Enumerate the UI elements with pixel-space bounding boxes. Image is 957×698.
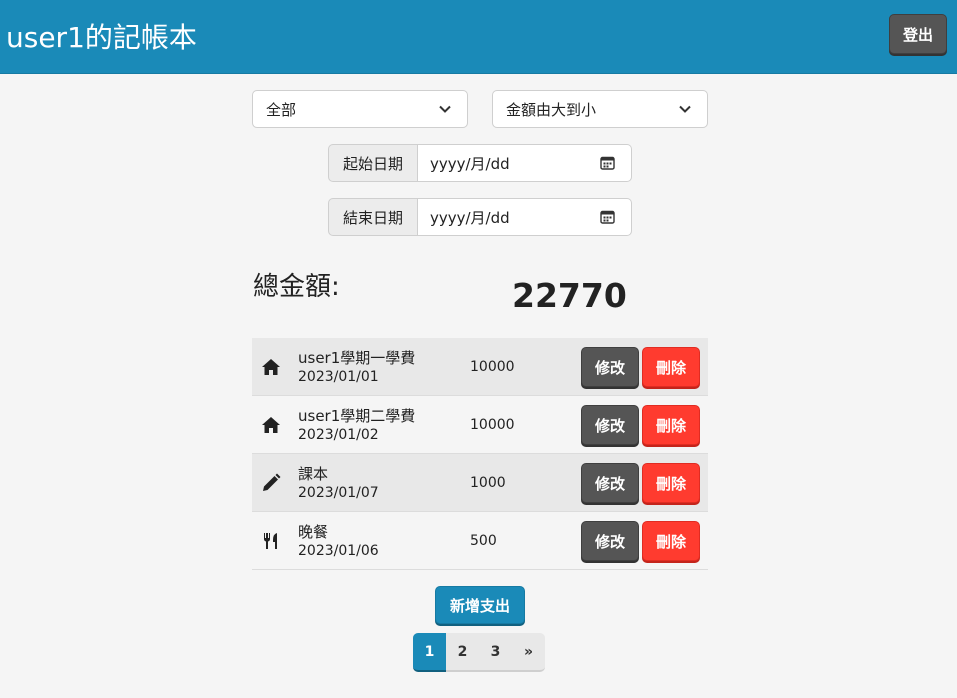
expense-row: 課本 2023/01/07 1000 修改 刪除	[252, 454, 708, 512]
expense-amount: 10000	[470, 359, 515, 375]
expense-name: user1學期一學費	[298, 349, 416, 367]
end-date-group: 結束日期 yyyy/月/dd	[328, 198, 632, 236]
expense-row: user1學期一學費 2023/01/01 10000 修改 刪除	[252, 338, 708, 396]
expense-row: 晚餐 2023/01/06 500 修改 刪除	[252, 512, 708, 570]
delete-button[interactable]: 刪除	[642, 463, 700, 503]
app-header: user1的記帳本 登出	[0, 0, 957, 74]
pencil-icon	[263, 473, 281, 491]
chevron-down-icon	[679, 105, 691, 113]
start-date-group: 起始日期 yyyy/月/dd	[328, 144, 632, 182]
logout-button[interactable]: 登出	[889, 14, 947, 54]
expense-name: 晚餐	[298, 523, 329, 541]
calendar-icon[interactable]	[600, 210, 615, 224]
edit-button[interactable]: 修改	[581, 405, 639, 445]
home-icon	[262, 417, 280, 433]
end-date-placeholder: yyyy/月/dd	[430, 208, 510, 227]
start-date-input[interactable]: yyyy/月/dd	[418, 144, 632, 182]
edit-button[interactable]: 修改	[581, 521, 639, 561]
page-title: user1的記帳本	[6, 21, 197, 54]
delete-button[interactable]: 刪除	[642, 521, 700, 561]
expense-name: user1學期二學費	[298, 407, 416, 425]
expense-date: 2023/01/07	[298, 485, 379, 501]
expense-amount: 10000	[470, 417, 515, 433]
category-select[interactable]: 全部	[252, 90, 468, 128]
chevron-down-icon	[439, 105, 451, 113]
expense-date: 2023/01/06	[298, 543, 379, 559]
delete-button[interactable]: 刪除	[642, 347, 700, 387]
delete-button[interactable]: 刪除	[642, 405, 700, 445]
edit-button[interactable]: 修改	[581, 347, 639, 387]
edit-button[interactable]: 修改	[581, 463, 639, 503]
total-amount-label: 總金額:	[253, 272, 340, 302]
end-date-label: 結束日期	[328, 198, 418, 236]
page-button-3[interactable]: 3	[479, 633, 512, 672]
expense-amount: 1000	[470, 475, 506, 491]
category-select-value: 全部	[266, 100, 297, 119]
calendar-icon[interactable]	[600, 156, 615, 170]
expense-date: 2023/01/01	[298, 369, 379, 385]
start-date-label: 起始日期	[328, 144, 418, 182]
next-page-button[interactable]: »	[512, 633, 545, 672]
end-date-input[interactable]: yyyy/月/dd	[418, 198, 632, 236]
page-button-2[interactable]: 2	[446, 633, 479, 672]
pagination: 1 2 3 »	[413, 633, 545, 672]
expense-name: 課本	[298, 465, 329, 483]
page-button-1[interactable]: 1	[413, 633, 446, 672]
start-date-placeholder: yyyy/月/dd	[430, 154, 510, 173]
expense-date: 2023/01/02	[298, 427, 379, 443]
sort-select[interactable]: 金額由大到小	[492, 90, 708, 128]
total-amount-value: 22770	[512, 276, 627, 315]
expense-row: user1學期二學費 2023/01/02 10000 修改 刪除	[252, 396, 708, 454]
expense-amount: 500	[470, 533, 497, 549]
add-expense-button[interactable]: 新增支出	[435, 586, 525, 624]
sort-select-value: 金額由大到小	[506, 100, 597, 119]
home-icon	[262, 359, 280, 375]
utensils-icon	[264, 533, 277, 549]
